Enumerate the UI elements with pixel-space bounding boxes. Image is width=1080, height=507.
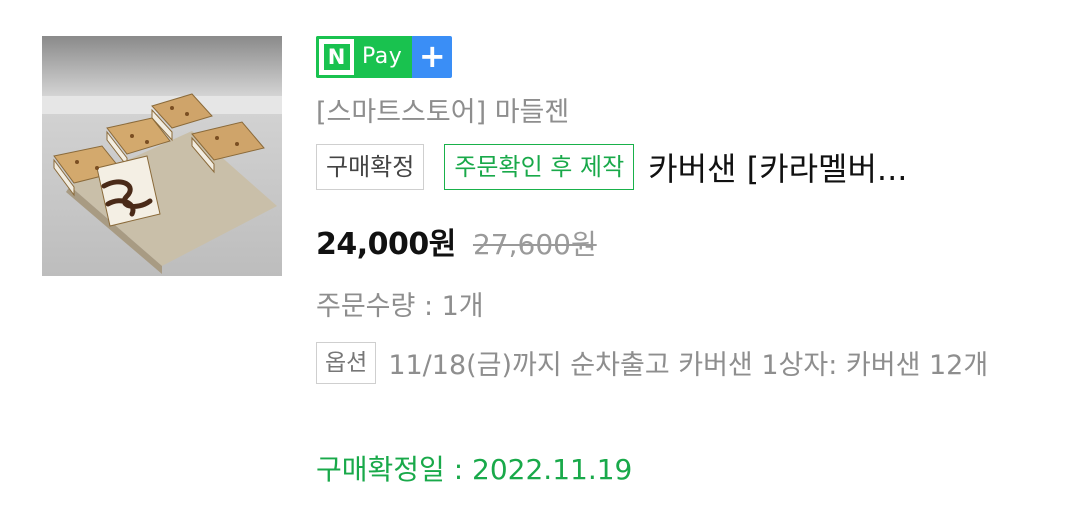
order-card[interactable]: N Pay + [스마트스토어] 마들젠 구매확정 주문확인 후 제작 카버샌 … <box>0 0 1080 507</box>
price-row: 24,000원 27,600원 <box>316 219 597 263</box>
sale-price: 24,000원 <box>316 227 456 262</box>
title-row: 구매확정 주문확인 후 제작 카버샌 [카라멜버... <box>316 144 1056 190</box>
npay-plus-badge: N Pay + <box>316 36 453 78</box>
original-price: 27,600원 <box>472 228 597 261</box>
product-thumbnail[interactable] <box>42 36 282 276</box>
product-name[interactable]: 카버샌 [카라멜버... <box>648 144 907 190</box>
store-name[interactable]: [스마트스토어] 마들젠 <box>316 90 569 129</box>
npay-n-logo: N <box>316 36 354 78</box>
option-info: 옵션 11/18(금)까지 순차출고 카버샌 1상자: 카버샌 12개 <box>316 340 1036 392</box>
order-quantity: 주문수량 : 1개 <box>316 291 484 322</box>
product-photo-icon <box>42 36 282 276</box>
option-tag: 옵션 <box>316 342 377 384</box>
purchase-confirm-date: 구매확정일 : 2022.11.19 <box>316 453 633 486</box>
plus-icon: + <box>412 36 453 78</box>
option-text: 11/18(금)까지 순차출고 카버샌 1상자: 카버샌 12개 <box>388 350 989 381</box>
made-to-order-badge: 주문확인 후 제작 <box>444 144 635 190</box>
npay-label: Pay <box>354 36 413 78</box>
purchase-confirmed-badge: 구매확정 <box>316 144 425 190</box>
